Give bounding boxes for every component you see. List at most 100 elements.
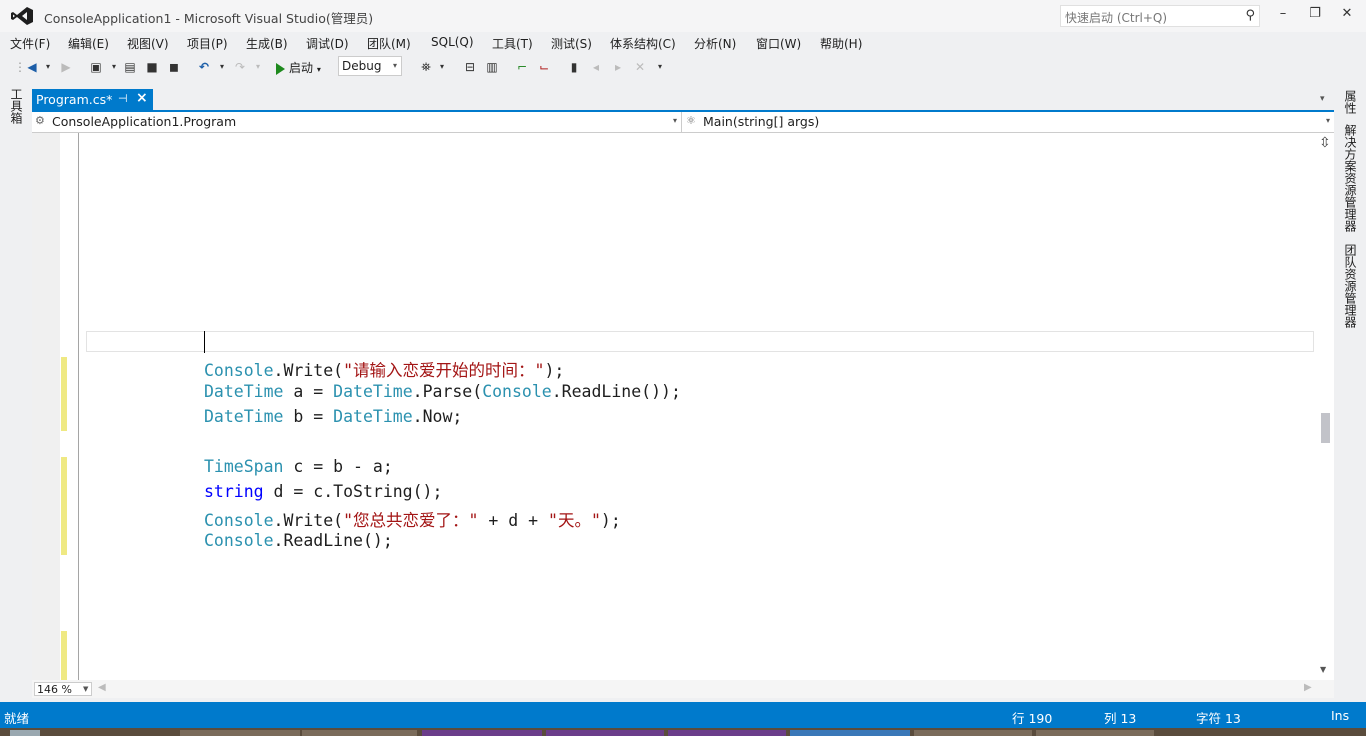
taskbar-item[interactable] (790, 730, 910, 736)
code-line[interactable]: DateTime b = DateTime.Now; (204, 407, 462, 426)
scroll-down-icon[interactable]: ▼ (1320, 665, 1326, 674)
left-tool-strip (0, 82, 32, 702)
menu-architecture[interactable]: 体系结构(C) (610, 35, 676, 52)
uncomment-icon[interactable]: ⌙ (536, 59, 552, 75)
previous-bookmark-icon[interactable]: ◂ (588, 59, 604, 75)
taskbar-item[interactable] (668, 730, 786, 736)
tab-overflow-dropdown-icon[interactable]: ▾ (1320, 94, 1325, 104)
scroll-left-icon[interactable]: ◀ (98, 682, 106, 693)
code-token: d = c.ToString(); (263, 482, 443, 501)
redo-dropdown-icon[interactable]: ▾ (250, 59, 266, 75)
class-dropdown-value: ConsoleApplication1.Program (52, 114, 237, 129)
navigate-forward-icon[interactable]: ▶ (58, 59, 74, 75)
back-dropdown-icon[interactable]: ▾ (40, 59, 56, 75)
class-dropdown[interactable]: ⚙ ConsoleApplication1.Program ▾ (32, 112, 682, 132)
find-in-files-icon[interactable]: ⛯ (418, 59, 434, 75)
visual-studio-logo-icon (11, 7, 33, 25)
code-line[interactable]: Console.Write("您总共恋爱了：" + d + "天。"); (204, 507, 621, 531)
solution-explorer-tab[interactable]: 解决方案资源管理器 (1342, 124, 1359, 232)
pin-icon[interactable]: ⊣ (118, 92, 128, 105)
menu-help[interactable]: 帮助(H) (820, 35, 862, 52)
save-all-icon[interactable]: ◼ (166, 59, 182, 75)
menu-tools[interactable]: 工具(T) (492, 35, 533, 52)
team-explorer-tab[interactable]: 团队资源管理器 (1342, 244, 1359, 328)
code-token: .Now; (412, 407, 463, 426)
properties-tab[interactable]: 属性 (1342, 90, 1359, 114)
code-line[interactable]: DateTime a = DateTime.Parse(Console.Read… (204, 382, 681, 401)
open-file-icon[interactable]: ▤ (122, 59, 138, 75)
restore-button[interactable]: ❐ (1304, 5, 1326, 23)
code-line[interactable]: Console.Write("请输入恋爱开始的时间："); (204, 357, 564, 381)
undo-icon[interactable]: ↶ (196, 59, 212, 75)
clear-bookmarks-icon[interactable]: ✕ (632, 59, 648, 75)
code-token: ); (544, 361, 565, 380)
taskbar-start-button[interactable] (10, 730, 40, 736)
menu-file[interactable]: 文件(F) (10, 35, 50, 52)
toolbox-tab[interactable]: 工具箱 (8, 88, 25, 124)
redo-icon[interactable]: ↷ (232, 59, 248, 75)
menu-analyze[interactable]: 分析(N) (694, 35, 736, 52)
close-window-button[interactable]: ✕ (1336, 5, 1358, 23)
code-editor[interactable]: Console.Write("请输入恋爱开始的时间："); DateTime a… (32, 133, 1334, 680)
taskbar-item[interactable] (422, 730, 542, 736)
quick-launch-input[interactable]: 快速启动 (Ctrl+Q) ⚲ (1060, 5, 1260, 27)
close-icon[interactable]: × (136, 90, 148, 106)
text-caret (204, 331, 205, 353)
comment-icon[interactable]: ⌐ (514, 59, 530, 75)
tab-label: Program.cs* (36, 92, 113, 107)
indicator-margin[interactable] (32, 133, 60, 680)
menu-build[interactable]: 生成(B) (246, 35, 288, 52)
find-dropdown-icon[interactable]: ▾ (434, 59, 450, 75)
code-token-type: Console (204, 531, 274, 550)
scroll-right-icon[interactable]: ▶ (1304, 682, 1312, 693)
toolbar-options-icon[interactable]: ▾ (652, 59, 668, 75)
chevron-down-icon: ▾ (672, 116, 677, 125)
status-insert-mode: Ins (1331, 708, 1350, 723)
taskbar-item[interactable] (180, 730, 300, 736)
menu-project[interactable]: 项目(P) (187, 35, 228, 52)
menu-edit[interactable]: 编辑(E) (68, 35, 109, 52)
menu-test[interactable]: 测试(S) (551, 35, 592, 52)
vertical-scrollbar-thumb[interactable] (1321, 413, 1330, 443)
menu-debug[interactable]: 调试(D) (306, 35, 349, 52)
save-icon[interactable]: ■ (144, 59, 160, 75)
member-dropdown[interactable]: ⚛ Main(string[] args) ▾ (683, 112, 1334, 132)
start-debugging-button[interactable]: 启动 ▾ (276, 59, 321, 77)
solution-explorer-icon[interactable]: ⊟ (462, 59, 478, 75)
horizontal-scrollbar[interactable]: 146 % ▼ ◀ ▶ (32, 680, 1334, 698)
taskbar-item[interactable] (1036, 730, 1154, 736)
split-window-icon[interactable]: ⇳ (1319, 135, 1331, 151)
navigate-back-icon[interactable]: ◀ (24, 59, 40, 75)
menu-window[interactable]: 窗口(W) (756, 35, 801, 52)
code-token-type: TimeSpan (204, 457, 284, 476)
code-token: .Write( (273, 511, 344, 530)
code-line[interactable]: Console.ReadLine(); (204, 531, 393, 550)
new-project-dropdown-icon[interactable]: ▾ (106, 59, 122, 75)
vertical-scrollbar[interactable]: ⇳ ▼ (1316, 133, 1334, 680)
code-token: + d + (478, 511, 549, 530)
taskbar-item[interactable] (546, 730, 664, 736)
taskbar-item[interactable] (914, 730, 1032, 736)
code-line[interactable]: string d = c.ToString(); (204, 482, 442, 501)
taskbar-item[interactable] (302, 730, 417, 736)
solution-configuration-select[interactable]: Debug ▾ (338, 56, 402, 76)
code-line[interactable]: TimeSpan c = b - a; (204, 457, 393, 476)
change-tracking-marker (61, 631, 67, 680)
chevron-down-icon: ▾ (392, 61, 397, 70)
code-token-string: "请输入恋爱开始的时间：" (343, 361, 545, 380)
window-title: ConsoleApplication1 - Microsoft Visual S… (44, 11, 374, 26)
zoom-level-select[interactable]: 146 % ▼ (34, 682, 92, 696)
bookmark-icon[interactable]: ▮ (566, 59, 582, 75)
chevron-down-icon: ▼ (83, 685, 89, 693)
os-taskbar (0, 728, 1366, 736)
new-project-icon[interactable]: ▣ (88, 59, 104, 75)
menu-sql[interactable]: SQL(Q) (431, 35, 474, 49)
properties-window-icon[interactable]: ▥ (484, 59, 500, 75)
menu-view[interactable]: 视图(V) (127, 35, 169, 52)
minimize-button[interactable]: – (1272, 5, 1294, 23)
tab-program-cs[interactable]: Program.cs* ⊣ × (32, 89, 153, 110)
undo-dropdown-icon[interactable]: ▾ (214, 59, 230, 75)
next-bookmark-icon[interactable]: ▸ (610, 59, 626, 75)
menu-team[interactable]: 团队(M) (367, 35, 411, 52)
code-token-type: DateTime (333, 407, 413, 426)
